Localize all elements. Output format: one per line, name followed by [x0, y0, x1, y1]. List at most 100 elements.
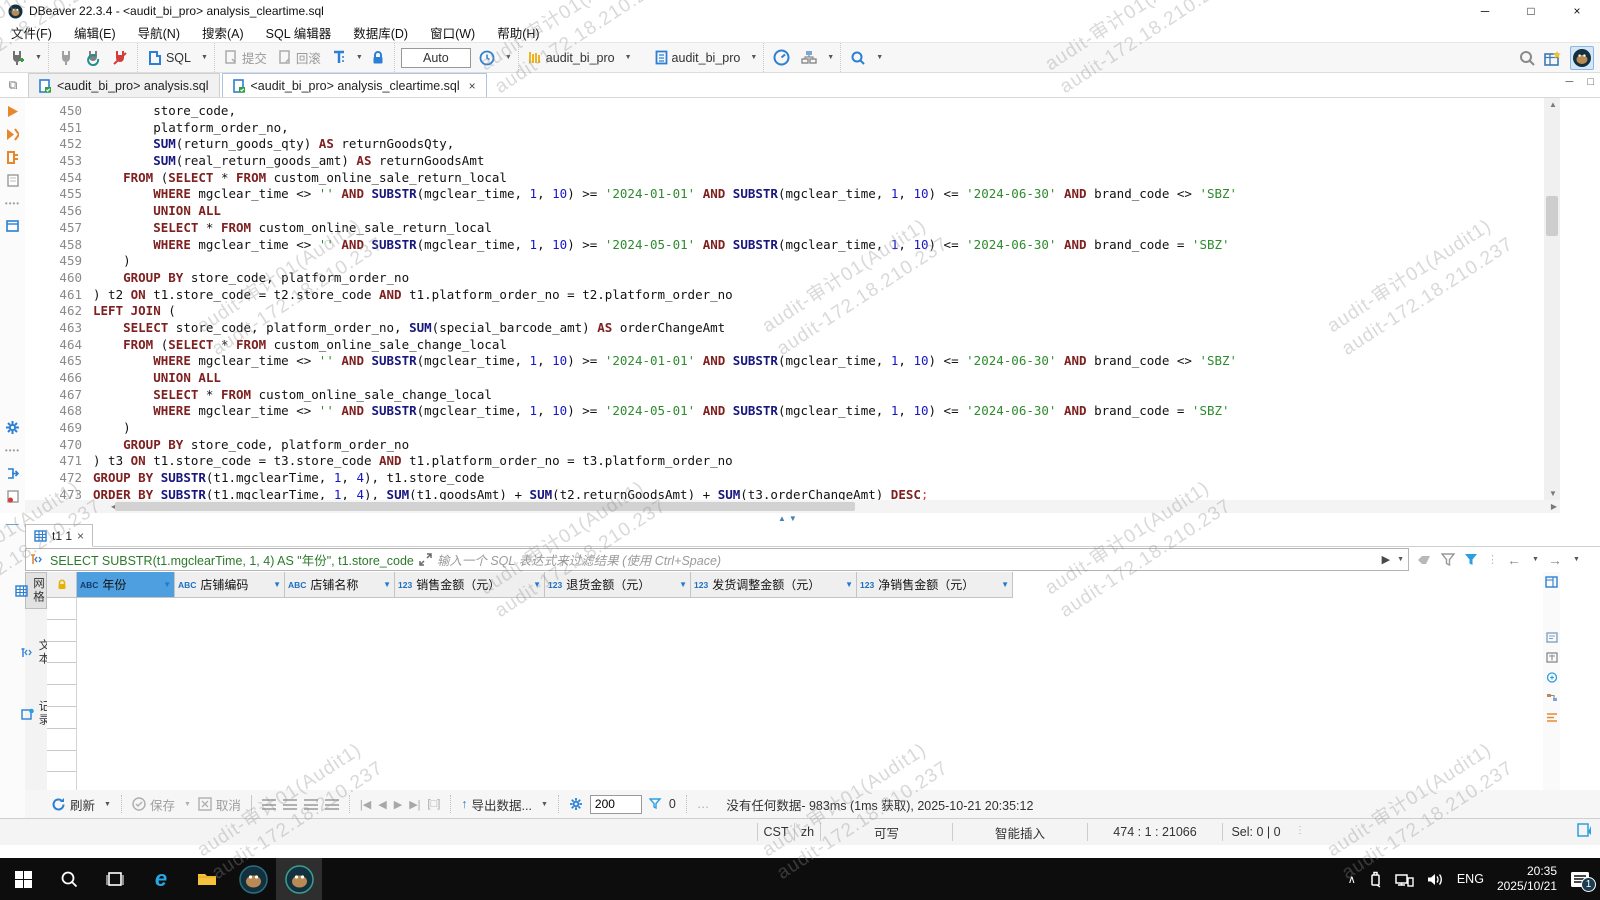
value-viewer-icon[interactable] [1545, 632, 1558, 643]
language-indicator[interactable]: ENG [1457, 872, 1484, 886]
maximize-editor-icon[interactable]: □ [1587, 76, 1594, 88]
commit-button[interactable]: 提交 [221, 46, 270, 69]
view-tab-grid[interactable]: 网格 [15, 572, 47, 609]
export-dropdown[interactable]: ▼ [541, 801, 548, 808]
usb-icon[interactable] [1369, 871, 1382, 888]
erase-filter-icon[interactable] [1417, 554, 1432, 566]
edge-icon[interactable]: e [138, 858, 184, 900]
start-button[interactable] [0, 858, 46, 900]
maximize-button[interactable]: □ [1508, 0, 1554, 22]
references-panel-icon[interactable] [1546, 692, 1558, 703]
editor-horizontal-scrollbar[interactable]: ◀ ▶ [25, 500, 1560, 513]
schema-dropdown[interactable]: ▼ [750, 54, 757, 61]
tab-analysis-sql[interactable]: <audit_bi_pro> analysis.sql [28, 73, 220, 97]
hscroll-thumb[interactable] [115, 502, 855, 511]
last-row-icon[interactable]: ▶| [409, 798, 420, 811]
empty-row[interactable] [47, 685, 77, 707]
connection-dropdown[interactable]: ▼ [625, 54, 632, 61]
minimize-editor-icon[interactable]: ─ [1566, 76, 1574, 88]
notifications-panel-icon[interactable] [1577, 823, 1592, 837]
column-filter-arrow[interactable]: ▼ [163, 580, 171, 589]
column-header-2[interactable]: ABC 店铺编码 ▼ [175, 572, 285, 598]
result-grid[interactable]: ABC 年份 ▼ ABC 店铺编码 ▼ ABC 店铺名称 ▼ 123 销售金额（元） ▼ 123 退货金额… [47, 572, 1543, 795]
commit-mode-combo[interactable]: Auto [400, 47, 471, 68]
export-log-icon[interactable] [3, 463, 23, 483]
menu-item-4[interactable]: 搜索(A) [191, 22, 255, 42]
transaction-log-dropdown[interactable]: ▼ [505, 54, 512, 61]
save-button[interactable]: 保存 [132, 795, 175, 814]
menu-item-5[interactable]: SQL 编辑器 [255, 22, 343, 42]
empty-row[interactable] [47, 641, 77, 664]
search-dropdown[interactable]: ▼ [876, 54, 883, 61]
column-filter-arrow[interactable]: ▼ [845, 580, 853, 589]
column-filter-arrow[interactable]: ▼ [273, 580, 281, 589]
schema-selector[interactable]: audit_bi_pro [652, 48, 744, 67]
empty-row[interactable] [47, 663, 77, 686]
explain-plan-icon[interactable] [3, 147, 23, 167]
column-header-6[interactable]: 123 发货调整金额（元） ▼ [691, 572, 857, 598]
duplicate-row-icon[interactable] [303, 798, 318, 810]
new-connection-dropdown[interactable]: ▼ [35, 54, 42, 61]
filter-history-dropdown[interactable]: ▼ [1397, 556, 1404, 563]
editor-vertical-scrollbar[interactable]: ▲ ▼ [1544, 98, 1560, 500]
file-explorer-icon[interactable] [184, 858, 230, 900]
execute-statement-icon[interactable] [3, 101, 23, 121]
execution-plan-icon[interactable] [798, 48, 820, 67]
save-dropdown[interactable]: ▼ [184, 801, 191, 808]
column-header-1[interactable]: ABC 年份 ▼ [77, 572, 175, 598]
execute-script-icon[interactable] [3, 124, 23, 144]
expand-filter-icon[interactable] [419, 553, 432, 566]
result-settings-gear-icon[interactable] [569, 797, 583, 811]
fetch-page-icon[interactable]: [□] [428, 798, 441, 810]
dbeaver-taskbar-icon-2[interactable] [276, 858, 322, 900]
output-console-icon[interactable] [3, 216, 23, 236]
column-filter-arrow[interactable]: ▼ [383, 580, 391, 589]
column-header-3[interactable]: ABC 店铺名称 ▼ [285, 572, 395, 598]
lock-icon[interactable] [368, 48, 388, 67]
volume-icon[interactable] [1427, 872, 1444, 887]
transaction-mode-icon[interactable] [329, 48, 349, 67]
empty-row[interactable] [47, 619, 77, 642]
open-perspective-icon[interactable] [1544, 50, 1562, 67]
back-icon[interactable]: ← [1507, 552, 1521, 568]
first-row-icon[interactable]: |◀ [360, 798, 371, 811]
script-file-icon[interactable] [3, 170, 23, 190]
next-row-icon[interactable]: ▶ [394, 798, 402, 811]
prev-row-icon[interactable]: ◀ [378, 798, 386, 811]
close-results-tab-icon[interactable]: × [77, 529, 84, 543]
plan-dropdown[interactable]: ▼ [827, 54, 834, 61]
empty-row[interactable] [47, 706, 77, 729]
taskbar-search-icon[interactable] [46, 858, 92, 900]
connection-selector[interactable]: audit_bi_pro [525, 48, 618, 67]
restore-panel-icon[interactable]: ⧉ [0, 73, 26, 97]
sql-editor[interactable]: 450 store_code, 451 platform_order_no, 452… [25, 98, 1544, 500]
forward-icon[interactable]: → [1548, 552, 1562, 568]
panels-toggle-icon[interactable] [1545, 576, 1558, 588]
settings-gear-icon[interactable] [3, 417, 23, 437]
export-data-button[interactable]: ↑ 导出数据... [461, 795, 532, 814]
sql-file-error-icon[interactable] [3, 486, 23, 506]
search-icon[interactable] [847, 48, 869, 68]
metadata-panel-icon[interactable] [1546, 672, 1558, 683]
tray-expand-icon[interactable]: ∧ [1348, 873, 1356, 886]
empty-row[interactable] [47, 598, 77, 620]
empty-row[interactable] [47, 728, 77, 751]
add-row-icon[interactable] [282, 798, 297, 810]
quick-search-icon[interactable] [1519, 50, 1536, 67]
delete-row-icon[interactable] [324, 798, 339, 810]
refresh-dropdown[interactable]: ▼ [104, 801, 111, 808]
apply-filter-icon[interactable]: ▶ [1382, 553, 1390, 566]
remove-filter-icon[interactable] [1441, 553, 1455, 566]
minimize-button[interactable]: ─ [1462, 0, 1508, 22]
network-icon[interactable] [1395, 872, 1414, 887]
menu-item-6[interactable]: 数据库(D) [342, 22, 419, 42]
vscroll-thumb[interactable] [1546, 196, 1558, 236]
notification-center-icon[interactable]: 1 [1570, 871, 1596, 892]
close-tab-icon[interactable]: × [469, 79, 476, 93]
column-filter-arrow[interactable]: ▼ [533, 580, 541, 589]
sql-editor-dropdown[interactable]: ▼ [201, 54, 208, 61]
menu-item-3[interactable]: 导航(N) [127, 22, 191, 42]
disconnect-icon[interactable] [55, 48, 77, 68]
rollback-button[interactable]: 回滚 [275, 46, 324, 69]
tab-analysis-cleartime-sql[interactable]: <audit_bi_pro> analysis_cleartime.sql × [221, 73, 487, 97]
